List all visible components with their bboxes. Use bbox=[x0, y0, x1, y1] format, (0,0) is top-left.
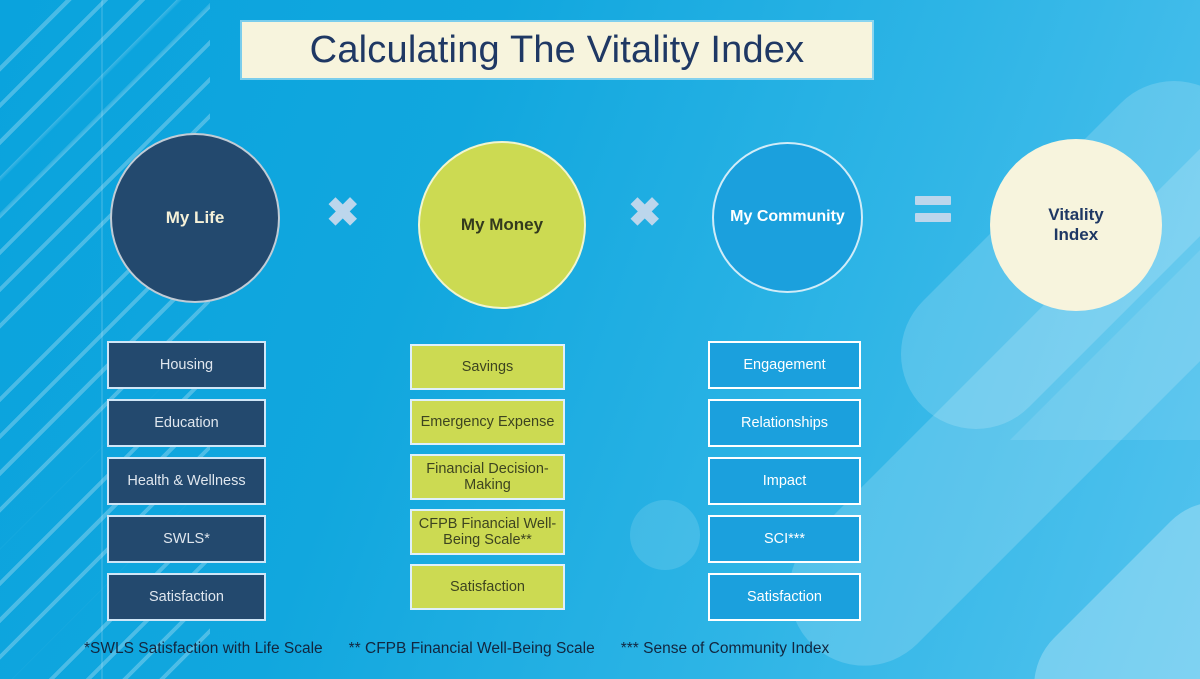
term-circle-label: My Life bbox=[165, 207, 225, 227]
component-box[interactable]: Relationships bbox=[708, 399, 861, 447]
multiply-icon: ✖ bbox=[326, 191, 360, 235]
footnote-cfpb: ** CFPB Financial Well-Being Scale bbox=[348, 640, 595, 657]
result-circle-label: Vitality Index bbox=[1048, 205, 1103, 245]
component-box[interactable]: Health & Wellness bbox=[107, 457, 266, 505]
term-circle-my-money[interactable]: My Money bbox=[418, 141, 586, 309]
component-box[interactable]: SWLS* bbox=[107, 515, 266, 563]
footnote-row: *SWLS Satisfaction with Life Scale ** CF… bbox=[84, 640, 1084, 658]
slide-canvas: Calculating The Vitality Index My Life ✖… bbox=[0, 0, 1200, 679]
result-label-line1: Vitality bbox=[1048, 204, 1104, 224]
component-box[interactable]: Education bbox=[107, 399, 266, 447]
term-circle-label: My Community bbox=[730, 208, 845, 226]
component-column-my-money: Savings Emergency Expense Financial Deci… bbox=[410, 344, 565, 619]
result-circle-vitality-index[interactable]: Vitality Index bbox=[990, 139, 1162, 311]
equals-bar bbox=[915, 213, 951, 222]
component-box[interactable]: CFPB Financial Well-Being Scale** bbox=[410, 509, 565, 555]
component-box[interactable]: Financial Decision-Making bbox=[410, 454, 565, 500]
slide-title-banner: Calculating The Vitality Index bbox=[242, 22, 872, 78]
equals-icon bbox=[915, 196, 951, 226]
vertical-divider-line bbox=[101, 0, 103, 679]
component-box[interactable]: Satisfaction bbox=[410, 564, 565, 610]
component-column-my-community: Engagement Relationships Impact SCI*** S… bbox=[708, 341, 861, 631]
footnote-swls: *SWLS Satisfaction with Life Scale bbox=[84, 640, 323, 657]
component-box[interactable]: Savings bbox=[410, 344, 565, 390]
component-column-my-life: Housing Education Health & Wellness SWLS… bbox=[107, 341, 266, 631]
component-box[interactable]: Emergency Expense bbox=[410, 399, 565, 445]
page-title: Calculating The Vitality Index bbox=[309, 28, 805, 71]
component-box[interactable]: Housing bbox=[107, 341, 266, 389]
component-box[interactable]: SCI*** bbox=[708, 515, 861, 563]
term-circle-my-community[interactable]: My Community bbox=[712, 142, 863, 293]
term-circle-label: My Money bbox=[460, 214, 544, 234]
component-box[interactable]: Impact bbox=[708, 457, 861, 505]
result-label-line2: Index bbox=[1053, 225, 1099, 244]
term-circle-my-life[interactable]: My Life bbox=[110, 133, 280, 303]
equals-bar bbox=[915, 196, 951, 205]
circle-blob-shape bbox=[630, 500, 700, 570]
multiply-icon: ✖ bbox=[628, 191, 662, 235]
component-box[interactable]: Engagement bbox=[708, 341, 861, 389]
footnote-sci: *** Sense of Community Index bbox=[620, 640, 830, 657]
component-box[interactable]: Satisfaction bbox=[107, 573, 266, 621]
component-box[interactable]: Satisfaction bbox=[708, 573, 861, 621]
